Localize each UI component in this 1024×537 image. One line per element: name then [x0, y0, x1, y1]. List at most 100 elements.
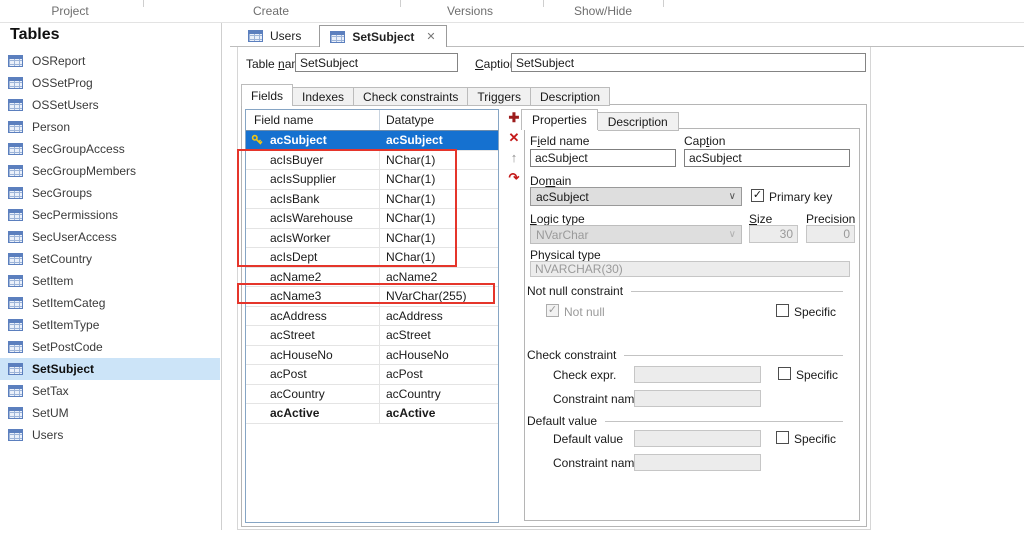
datatype-cell[interactable]: acHouseNo: [380, 346, 498, 365]
field-name-cell[interactable]: acIsDept: [246, 248, 380, 267]
sidebar-item-ossetusers[interactable]: OSSetUsers: [0, 94, 220, 116]
default-value-input[interactable]: [634, 430, 761, 447]
field-name-cell[interactable]: acIsBank: [246, 189, 380, 208]
sidebar-item-settax[interactable]: SetTax: [0, 380, 220, 402]
datatype-cell[interactable]: NChar(1): [380, 151, 498, 170]
datatype-cell[interactable]: acStreet: [380, 326, 498, 345]
close-tab-icon[interactable]: ✕: [426, 30, 435, 43]
table-icon: [8, 77, 23, 89]
field-name-cell[interactable]: acIsWarehouse: [246, 209, 380, 228]
field-row-achouseno[interactable]: acHouseNo acHouseNo: [246, 345, 498, 365]
domain-select[interactable]: acSubject ∨: [530, 187, 742, 206]
add-field-button[interactable]: ✚: [509, 110, 520, 125]
table-name-input[interactable]: [295, 53, 458, 72]
field-row-aciswarehouse[interactable]: acIsWarehouse NChar(1): [246, 209, 498, 229]
tab-indexes[interactable]: Indexes: [293, 87, 355, 106]
sidebar-item-secgroups[interactable]: SecGroups: [0, 182, 220, 204]
datatype-cell[interactable]: NVarChar(255): [380, 287, 498, 306]
sidebar-item-secuseraccess[interactable]: SecUserAccess: [0, 226, 220, 248]
sidebar-item-label: SetTax: [32, 384, 69, 398]
tab-users[interactable]: Users: [238, 25, 311, 47]
datatype-cell[interactable]: acName2: [380, 268, 498, 287]
size-input[interactable]: [749, 225, 798, 243]
sidebar-item-secgroupmembers[interactable]: SecGroupMembers: [0, 160, 220, 182]
field-row-acissupplier[interactable]: acIsSupplier NChar(1): [246, 170, 498, 190]
move-field-down-button[interactable]: ↷: [509, 170, 520, 185]
field-name-cell[interactable]: acActive: [246, 404, 380, 423]
datatype-cell[interactable]: NChar(1): [380, 209, 498, 228]
check-expr-input[interactable]: [634, 366, 761, 383]
field-row-accountry[interactable]: acCountry acCountry: [246, 384, 498, 404]
tab-triggers[interactable]: Triggers: [468, 87, 531, 106]
tab-properties[interactable]: Properties: [521, 109, 598, 130]
field-row-acpost[interactable]: acPost acPost: [246, 365, 498, 385]
sidebar-item-setitem[interactable]: SetItem: [0, 270, 220, 292]
field-name-cell[interactable]: acPost: [246, 365, 380, 384]
datatype-cell[interactable]: acSubject: [380, 131, 498, 150]
field-name-cell[interactable]: acIsSupplier: [246, 170, 380, 189]
sidebar-item-setum[interactable]: SetUM: [0, 402, 220, 424]
field-name-cell[interactable]: acAddress: [246, 306, 380, 325]
tab-description[interactable]: Description: [531, 87, 611, 106]
field-name-cell[interactable]: acIsWorker: [246, 228, 380, 247]
default-specific-checkbox[interactable]: ✓: [776, 431, 789, 444]
sidebar-item-ossetprog[interactable]: OSSetProg: [0, 72, 220, 94]
table-caption-input[interactable]: [511, 53, 866, 72]
datatype-cell[interactable]: NChar(1): [380, 190, 498, 209]
sidebar-item-setcountry[interactable]: SetCountry: [0, 248, 220, 270]
column-header-field-name[interactable]: Field name: [246, 110, 380, 130]
tab-fields[interactable]: Fields: [241, 84, 294, 106]
check-specific-checkbox[interactable]: ✓: [778, 367, 791, 380]
default-constraint-name-input[interactable]: [634, 454, 761, 471]
field-row-acaddress[interactable]: acAddress acAddress: [246, 306, 498, 326]
logic-type-select[interactable]: NVarChar ∨: [530, 225, 742, 244]
datatype-cell[interactable]: NChar(1): [380, 229, 498, 248]
field-row-acisbuyer[interactable]: acIsBuyer NChar(1): [246, 150, 498, 170]
move-field-up-button[interactable]: ↑: [511, 150, 518, 165]
field-name-cell[interactable]: acName3: [246, 287, 380, 306]
sidebar-item-setitemtype[interactable]: SetItemType: [0, 314, 220, 336]
not-null-specific-checkbox[interactable]: ✓: [776, 304, 789, 317]
sidebar-item-secgroupaccess[interactable]: SecGroupAccess: [0, 138, 220, 160]
tab-field-description[interactable]: Description: [597, 112, 679, 131]
not-null-checkbox[interactable]: ✓: [546, 304, 559, 317]
sidebar-item-setitemcateg[interactable]: SetItemCateg: [0, 292, 220, 314]
datatype-cell[interactable]: acAddress: [380, 307, 498, 326]
precision-input[interactable]: [806, 225, 855, 243]
field-caption-input[interactable]: [684, 149, 850, 167]
check-constraint-name-input[interactable]: [634, 390, 761, 407]
field-row-acisworker[interactable]: acIsWorker NChar(1): [246, 228, 498, 248]
datatype-cell[interactable]: NChar(1): [380, 248, 498, 267]
field-row-acisbank[interactable]: acIsBank NChar(1): [246, 189, 498, 209]
field-row-acactive[interactable]: acActive acActive: [246, 404, 498, 424]
sidebar-item-person[interactable]: Person: [0, 116, 220, 138]
field-row-acstreet[interactable]: acStreet acStreet: [246, 326, 498, 346]
field-name-cell[interactable]: acStreet: [246, 326, 380, 345]
datatype-cell[interactable]: NChar(1): [380, 170, 498, 189]
datatype-cell[interactable]: acCountry: [380, 385, 498, 404]
sidebar-item-setpostcode[interactable]: SetPostCode: [0, 336, 220, 358]
sidebar-item-users[interactable]: Users: [0, 424, 220, 446]
field-row-acname2[interactable]: acName2 acName2: [246, 267, 498, 287]
sidebar-item-label: OSReport: [32, 54, 86, 68]
datatype-cell[interactable]: acActive: [380, 404, 498, 423]
field-row-acisdept[interactable]: acIsDept NChar(1): [246, 248, 498, 268]
tab-setsubject[interactable]: SetSubject ✕: [319, 25, 447, 47]
field-name-cell[interactable]: acIsBuyer: [246, 150, 380, 169]
tab-check-constraints[interactable]: Check constraints: [354, 87, 469, 106]
field-name-cell[interactable]: acName2: [246, 267, 380, 286]
field-name-input[interactable]: [530, 149, 676, 167]
datatype-cell[interactable]: acPost: [380, 365, 498, 384]
field-row-acsubject[interactable]: acSubject acSubject: [246, 131, 498, 151]
sidebar-item-secpermissions[interactable]: SecPermissions: [0, 204, 220, 226]
delete-field-button[interactable]: ✕: [509, 130, 520, 145]
sidebar-item-osreport[interactable]: OSReport: [0, 50, 220, 72]
field-name-cell[interactable]: acHouseNo: [246, 345, 380, 364]
field-row-acname3[interactable]: acName3 NVarChar(255): [246, 287, 498, 307]
column-header-datatype[interactable]: Datatype: [380, 110, 498, 130]
physical-type-input[interactable]: [530, 261, 850, 277]
field-name-cell[interactable]: acSubject: [246, 131, 380, 150]
field-name-cell[interactable]: acCountry: [246, 384, 380, 403]
primary-key-checkbox[interactable]: ✓: [751, 189, 764, 202]
sidebar-item-setsubject[interactable]: SetSubject: [0, 358, 220, 380]
